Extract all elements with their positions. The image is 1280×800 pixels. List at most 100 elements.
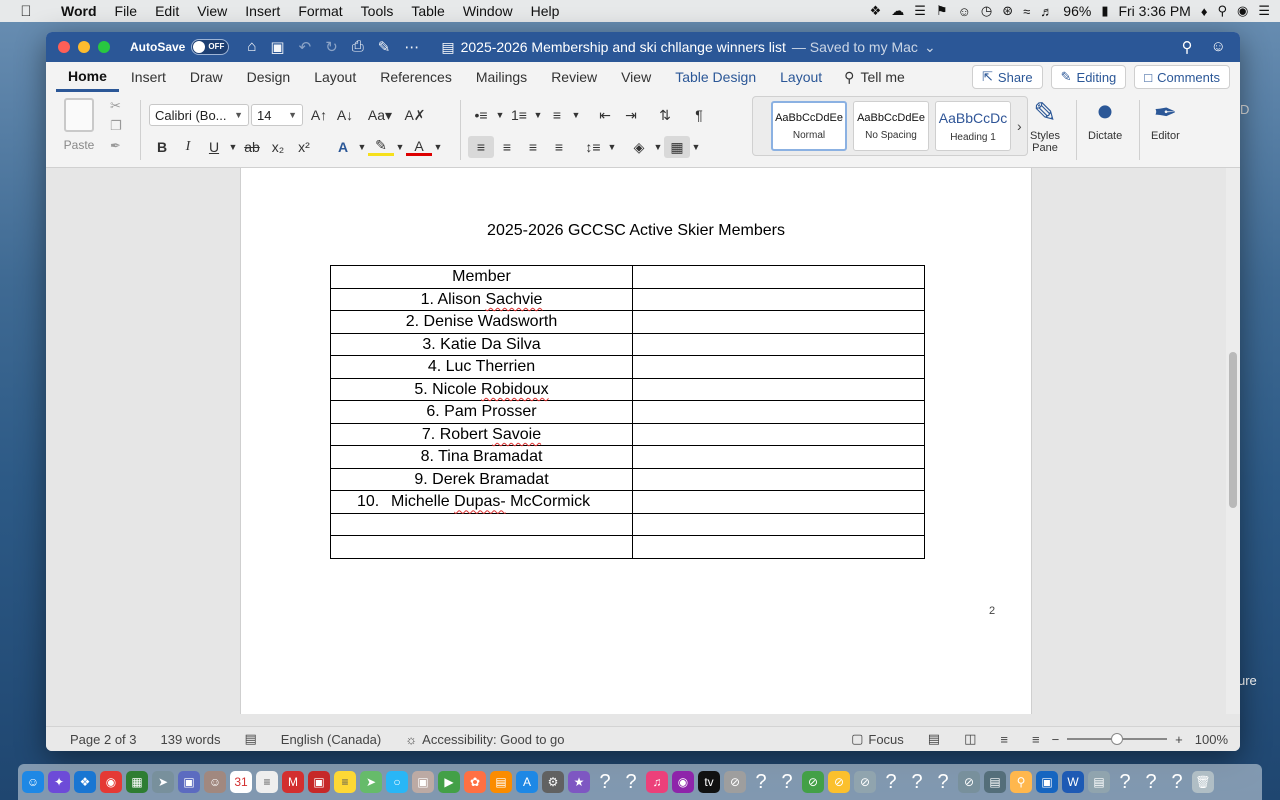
messages-icon[interactable]: ○ — [386, 771, 408, 793]
editor-button[interactable]: ✒ Editor — [1151, 96, 1180, 142]
zoom-slider-knob[interactable] — [1111, 733, 1124, 745]
menu-help[interactable]: Help — [522, 3, 569, 19]
more-icon[interactable]: ⋯ — [404, 38, 419, 56]
table-cell[interactable] — [632, 467, 925, 491]
language-indicator[interactable]: English (Canada) — [269, 732, 393, 747]
table-cell-member[interactable]: 4. Luc Therrien — [330, 355, 633, 379]
table-cell-member[interactable]: 6. Pam Prosser — [330, 400, 633, 424]
justify-icon[interactable]: ≡ — [546, 136, 572, 158]
shading-chevron-icon[interactable]: ▼ — [652, 136, 664, 158]
search-icon[interactable]: ⚲ — [1182, 38, 1193, 56]
grid-app-icon[interactable]: ▦ — [126, 771, 148, 793]
table-cell[interactable] — [632, 535, 925, 559]
accessibility-icon[interactable]: ☺ — [958, 4, 971, 19]
terminal-app-icon[interactable]: ▣ — [1036, 771, 1058, 793]
notification-bell-icon[interactable]: ♦ — [1201, 4, 1208, 19]
focus-button[interactable]: ▢ Focus — [827, 731, 916, 747]
decrease-indent-icon[interactable]: ⇤ — [592, 104, 618, 126]
table-cell-member[interactable]: 7. Robert Savoie — [330, 422, 633, 446]
unknown-app-icon[interactable]: ? — [1166, 771, 1188, 793]
numbering-icon[interactable]: 1≡ — [506, 104, 532, 126]
film-app-icon[interactable]: ▤ — [984, 771, 1006, 793]
tab-mailings[interactable]: Mailings — [464, 62, 539, 92]
unknown-app-icon[interactable]: ? — [750, 771, 772, 793]
preview-icon[interactable]: ▣ — [178, 771, 200, 793]
table-row[interactable]: Member — [330, 265, 925, 289]
accessibility-checker[interactable]: ☼ Accessibility: Good to go — [393, 732, 576, 747]
table-cell[interactable] — [632, 310, 925, 334]
cut-icon[interactable]: ✂ — [110, 98, 122, 114]
table-cell[interactable] — [632, 422, 925, 446]
bold-icon[interactable]: B — [149, 136, 175, 158]
close-window-button[interactable] — [58, 41, 70, 53]
format-painter-icon[interactable]: ✒ — [110, 138, 122, 154]
numbering-chevron-icon[interactable]: ▼ — [532, 104, 544, 126]
unknown-app-icon[interactable]: ? — [932, 771, 954, 793]
table-cell-member[interactable]: 9. Derek Bramadat — [330, 467, 633, 491]
minimize-window-button[interactable] — [78, 41, 90, 53]
style-heading-1[interactable]: AaBbCcDc Heading 1 — [935, 101, 1011, 151]
subscript-icon[interactable]: x₂ — [265, 136, 291, 158]
editing-mode-button[interactable]: ✎ Editing — [1050, 65, 1127, 89]
notes-icon[interactable]: ≡ — [334, 771, 356, 793]
zoom-window-button[interactable] — [98, 41, 110, 53]
tab-draw[interactable]: Draw — [178, 62, 235, 92]
clear-formatting-icon[interactable]: A✗ — [402, 104, 428, 126]
tab-table-design[interactable]: Table Design — [663, 62, 768, 92]
menu-tools[interactable]: Tools — [352, 3, 403, 19]
downloads-stack-icon[interactable]: ▤ — [1088, 771, 1110, 793]
table-row[interactable]: 1. Alison Sachvie — [330, 287, 925, 311]
align-right-icon[interactable]: ≡ — [520, 136, 546, 158]
tab-insert[interactable]: Insert — [119, 62, 178, 92]
print-icon[interactable]: ⎙ — [352, 38, 364, 56]
battery-icon[interactable]: ▮ — [1101, 3, 1108, 19]
time-machine-icon[interactable]: ◷ — [981, 3, 992, 19]
menu-window[interactable]: Window — [454, 3, 522, 19]
menu-table[interactable]: Table — [402, 3, 453, 19]
page-indicator[interactable]: Page 2 of 3 — [46, 732, 149, 747]
image-capture-icon[interactable]: ▣ — [412, 771, 434, 793]
menu-app-word[interactable]: Word — [52, 3, 106, 19]
document-page[interactable]: 2025-2026 GCCSC Active Skier Members Mem… — [240, 168, 1032, 714]
apple-icon[interactable]:  — [0, 3, 52, 20]
menu-edit[interactable]: Edit — [146, 3, 188, 19]
change-case-icon[interactable]: Aa▾ — [358, 104, 402, 126]
table-cell[interactable] — [330, 535, 633, 559]
trash-icon[interactable]: 🗑 — [1192, 771, 1214, 793]
volume-icon[interactable]: ♬ — [1040, 4, 1053, 19]
clock[interactable]: Fri 3:36 PM — [1118, 3, 1190, 19]
spotlight-search-icon[interactable]: ⚲ — [1217, 3, 1227, 19]
layers-icon[interactable]: ☰ — [914, 3, 926, 19]
underline-icon[interactable]: U — [201, 136, 227, 158]
tell-me-search[interactable]: ⚲ Tell me — [834, 69, 915, 86]
table-header-empty[interactable] — [632, 265, 925, 289]
tab-design[interactable]: Design — [235, 62, 303, 92]
photo-booth-icon[interactable]: ▣ — [308, 771, 330, 793]
apple-tv-icon[interactable]: tv — [698, 771, 720, 793]
podcasts-icon[interactable]: ◉ — [672, 771, 694, 793]
tab-view[interactable]: View — [609, 62, 663, 92]
web-layout-icon[interactable]: ◫ — [952, 731, 988, 747]
table-cell[interactable] — [632, 490, 925, 514]
menu-format[interactable]: Format — [289, 3, 351, 19]
table-row[interactable]: 5. Nicole Robidoux — [330, 377, 925, 401]
share-people-icon[interactable]: ☺ — [1211, 38, 1226, 56]
table-cell-member[interactable]: 5. Nicole Robidoux — [330, 377, 633, 401]
outline-view-icon[interactable]: ≡ — [988, 732, 1020, 747]
table-cell-member[interactable]: 8. Tina Bramadat — [330, 445, 633, 469]
app-store-icon[interactable]: A — [516, 771, 538, 793]
dictate-button[interactable]: ⚫ Dictate — [1088, 96, 1122, 142]
increase-indent-icon[interactable]: ⇥ — [618, 104, 644, 126]
styles-next-chevron-icon[interactable]: › — [1017, 118, 1022, 134]
undo-icon[interactable]: ↶ — [299, 38, 312, 56]
tab-references[interactable]: References — [368, 62, 464, 92]
preview-search-icon[interactable]: ⚲ — [1010, 771, 1032, 793]
disabled-app-icon[interactable]: ⊘ — [854, 771, 876, 793]
menu-view[interactable]: View — [188, 3, 236, 19]
contacts-icon[interactable]: ☺ — [204, 771, 226, 793]
share-button[interactable]: ⇱ Share — [972, 65, 1043, 89]
bookmark-icon[interactable]: ⚑ — [936, 3, 948, 19]
unknown-app-icon[interactable]: ? — [880, 771, 902, 793]
zoom-slider[interactable] — [1067, 733, 1168, 745]
font-name-select[interactable]: Calibri (Bo... ▼ — [149, 104, 249, 126]
